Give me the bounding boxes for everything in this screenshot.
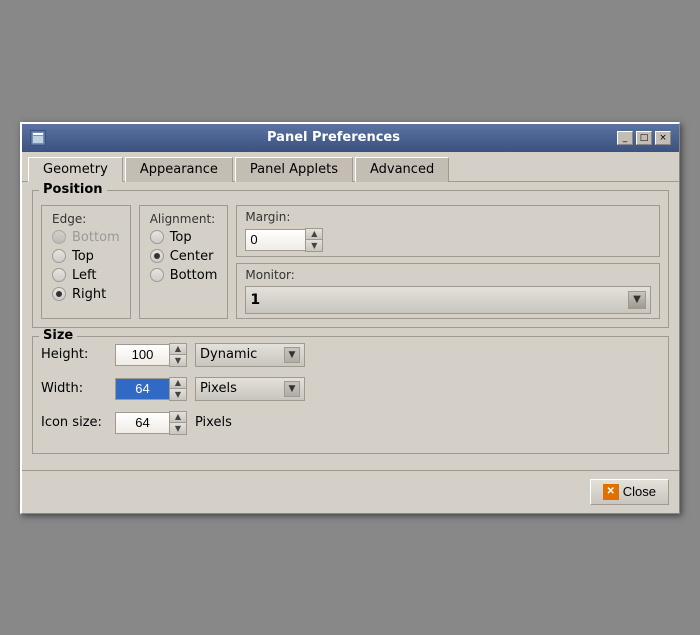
- width-spin-down[interactable]: ▼: [170, 389, 186, 400]
- monitor-dropdown-arrow[interactable]: ▼: [628, 291, 646, 309]
- monitor-value: 1: [250, 292, 628, 308]
- width-label: Width:: [41, 381, 107, 396]
- alignment-top-option[interactable]: Top: [150, 230, 218, 245]
- icon-size-input[interactable]: [115, 412, 169, 434]
- edge-right-option[interactable]: Right: [52, 287, 120, 302]
- window-title: Panel Preferences: [50, 130, 617, 145]
- margin-spinbox: ▲ ▼: [245, 228, 651, 252]
- footer: ✕ Close: [22, 470, 679, 513]
- height-unit-value: Dynamic: [200, 347, 284, 362]
- alignment-column: Alignment: Top Center Bottom: [139, 205, 229, 319]
- edge-right-radio[interactable]: [52, 287, 66, 301]
- edge-left-radio[interactable]: [52, 268, 66, 282]
- height-dropdown-arrow[interactable]: ▼: [284, 347, 300, 363]
- icon-size-spin-down[interactable]: ▼: [170, 423, 186, 434]
- alignment-center-radio[interactable]: [150, 249, 164, 263]
- height-spinbox: ▲ ▼: [115, 343, 187, 367]
- edge-top-option[interactable]: Top: [52, 249, 120, 264]
- alignment-bottom-option[interactable]: Bottom: [150, 268, 218, 283]
- monitor-box: Monitor: 1 ▼: [236, 263, 660, 319]
- margin-input[interactable]: [245, 229, 305, 251]
- width-spin-up[interactable]: ▲: [170, 378, 186, 389]
- position-title: Position: [39, 182, 107, 197]
- titlebar: Panel Preferences _ □ ×: [22, 124, 679, 152]
- height-input[interactable]: [115, 344, 169, 366]
- width-unit-dropdown[interactable]: Pixels ▼: [195, 377, 305, 401]
- tab-panel-applets[interactable]: Panel Applets: [235, 157, 353, 182]
- width-unit-value: Pixels: [200, 381, 284, 396]
- edge-bottom-radio[interactable]: [52, 230, 66, 244]
- width-spin-buttons: ▲ ▼: [169, 377, 187, 401]
- close-label: Close: [623, 484, 656, 499]
- icon-size-unit: Pixels: [195, 415, 232, 430]
- icon-size-spin-buttons: ▲ ▼: [169, 411, 187, 435]
- size-title: Size: [39, 328, 77, 343]
- height-row: Height: ▲ ▼ Dynamic ▼: [41, 343, 660, 367]
- edge-radio-group: Bottom Top Left Right: [52, 230, 120, 302]
- margin-monitor-column: Margin: ▲ ▼ Monitor: 1: [236, 205, 660, 319]
- height-spin-up[interactable]: ▲: [170, 344, 186, 355]
- tab-advanced[interactable]: Advanced: [355, 157, 449, 182]
- tab-geometry[interactable]: Geometry: [28, 157, 123, 182]
- height-spin-down[interactable]: ▼: [170, 355, 186, 366]
- width-input[interactable]: [115, 378, 169, 400]
- tab-appearance[interactable]: Appearance: [125, 157, 233, 182]
- height-spin-buttons: ▲ ▼: [169, 343, 187, 367]
- edge-top-radio[interactable]: [52, 249, 66, 263]
- edge-left-option[interactable]: Left: [52, 268, 120, 283]
- window-controls: _ □ ×: [617, 131, 671, 145]
- monitor-dropdown[interactable]: 1 ▼: [245, 286, 651, 314]
- monitor-label: Monitor:: [245, 268, 651, 282]
- icon-size-spin-up[interactable]: ▲: [170, 412, 186, 423]
- icon-size-label: Icon size:: [41, 415, 107, 430]
- edge-label: Edge:: [52, 212, 120, 226]
- size-section: Size Height: ▲ ▼ Dynamic ▼ Width:: [32, 336, 669, 454]
- close-icon: ✕: [603, 484, 619, 500]
- window-icon: [30, 130, 46, 146]
- margin-box: Margin: ▲ ▼: [236, 205, 660, 257]
- margin-spin-down[interactable]: ▼: [306, 240, 322, 251]
- close-button[interactable]: ×: [655, 131, 671, 145]
- alignment-bottom-radio[interactable]: [150, 268, 164, 282]
- height-label: Height:: [41, 347, 107, 362]
- height-unit-dropdown[interactable]: Dynamic ▼: [195, 343, 305, 367]
- margin-spin-buttons: ▲ ▼: [305, 228, 323, 252]
- icon-size-spinbox: ▲ ▼: [115, 411, 187, 435]
- margin-spin-up[interactable]: ▲: [306, 229, 322, 240]
- maximize-button[interactable]: □: [636, 131, 652, 145]
- alignment-top-radio[interactable]: [150, 230, 164, 244]
- alignment-radio-group: Top Center Bottom: [150, 230, 218, 283]
- edge-bottom-option[interactable]: Bottom: [52, 230, 120, 245]
- tabs-bar: Geometry Appearance Panel Applets Advanc…: [22, 152, 679, 182]
- width-row: Width: ▲ ▼ Pixels ▼: [41, 377, 660, 401]
- alignment-label: Alignment:: [150, 212, 218, 226]
- edge-column: Edge: Bottom Top Left: [41, 205, 131, 319]
- minimize-button[interactable]: _: [617, 131, 633, 145]
- content-area: Position Edge: Bottom Top: [22, 182, 679, 470]
- close-button[interactable]: ✕ Close: [590, 479, 669, 505]
- position-section: Position Edge: Bottom Top: [32, 190, 669, 328]
- width-dropdown-arrow[interactable]: ▼: [284, 381, 300, 397]
- width-spinbox: ▲ ▼: [115, 377, 187, 401]
- panel-preferences-window: Panel Preferences _ □ × Geometry Appeara…: [20, 122, 680, 514]
- alignment-center-option[interactable]: Center: [150, 249, 218, 264]
- margin-label: Margin:: [245, 210, 651, 224]
- icon-size-row: Icon size: ▲ ▼ Pixels: [41, 411, 660, 435]
- position-grid: Edge: Bottom Top Left: [41, 205, 660, 319]
